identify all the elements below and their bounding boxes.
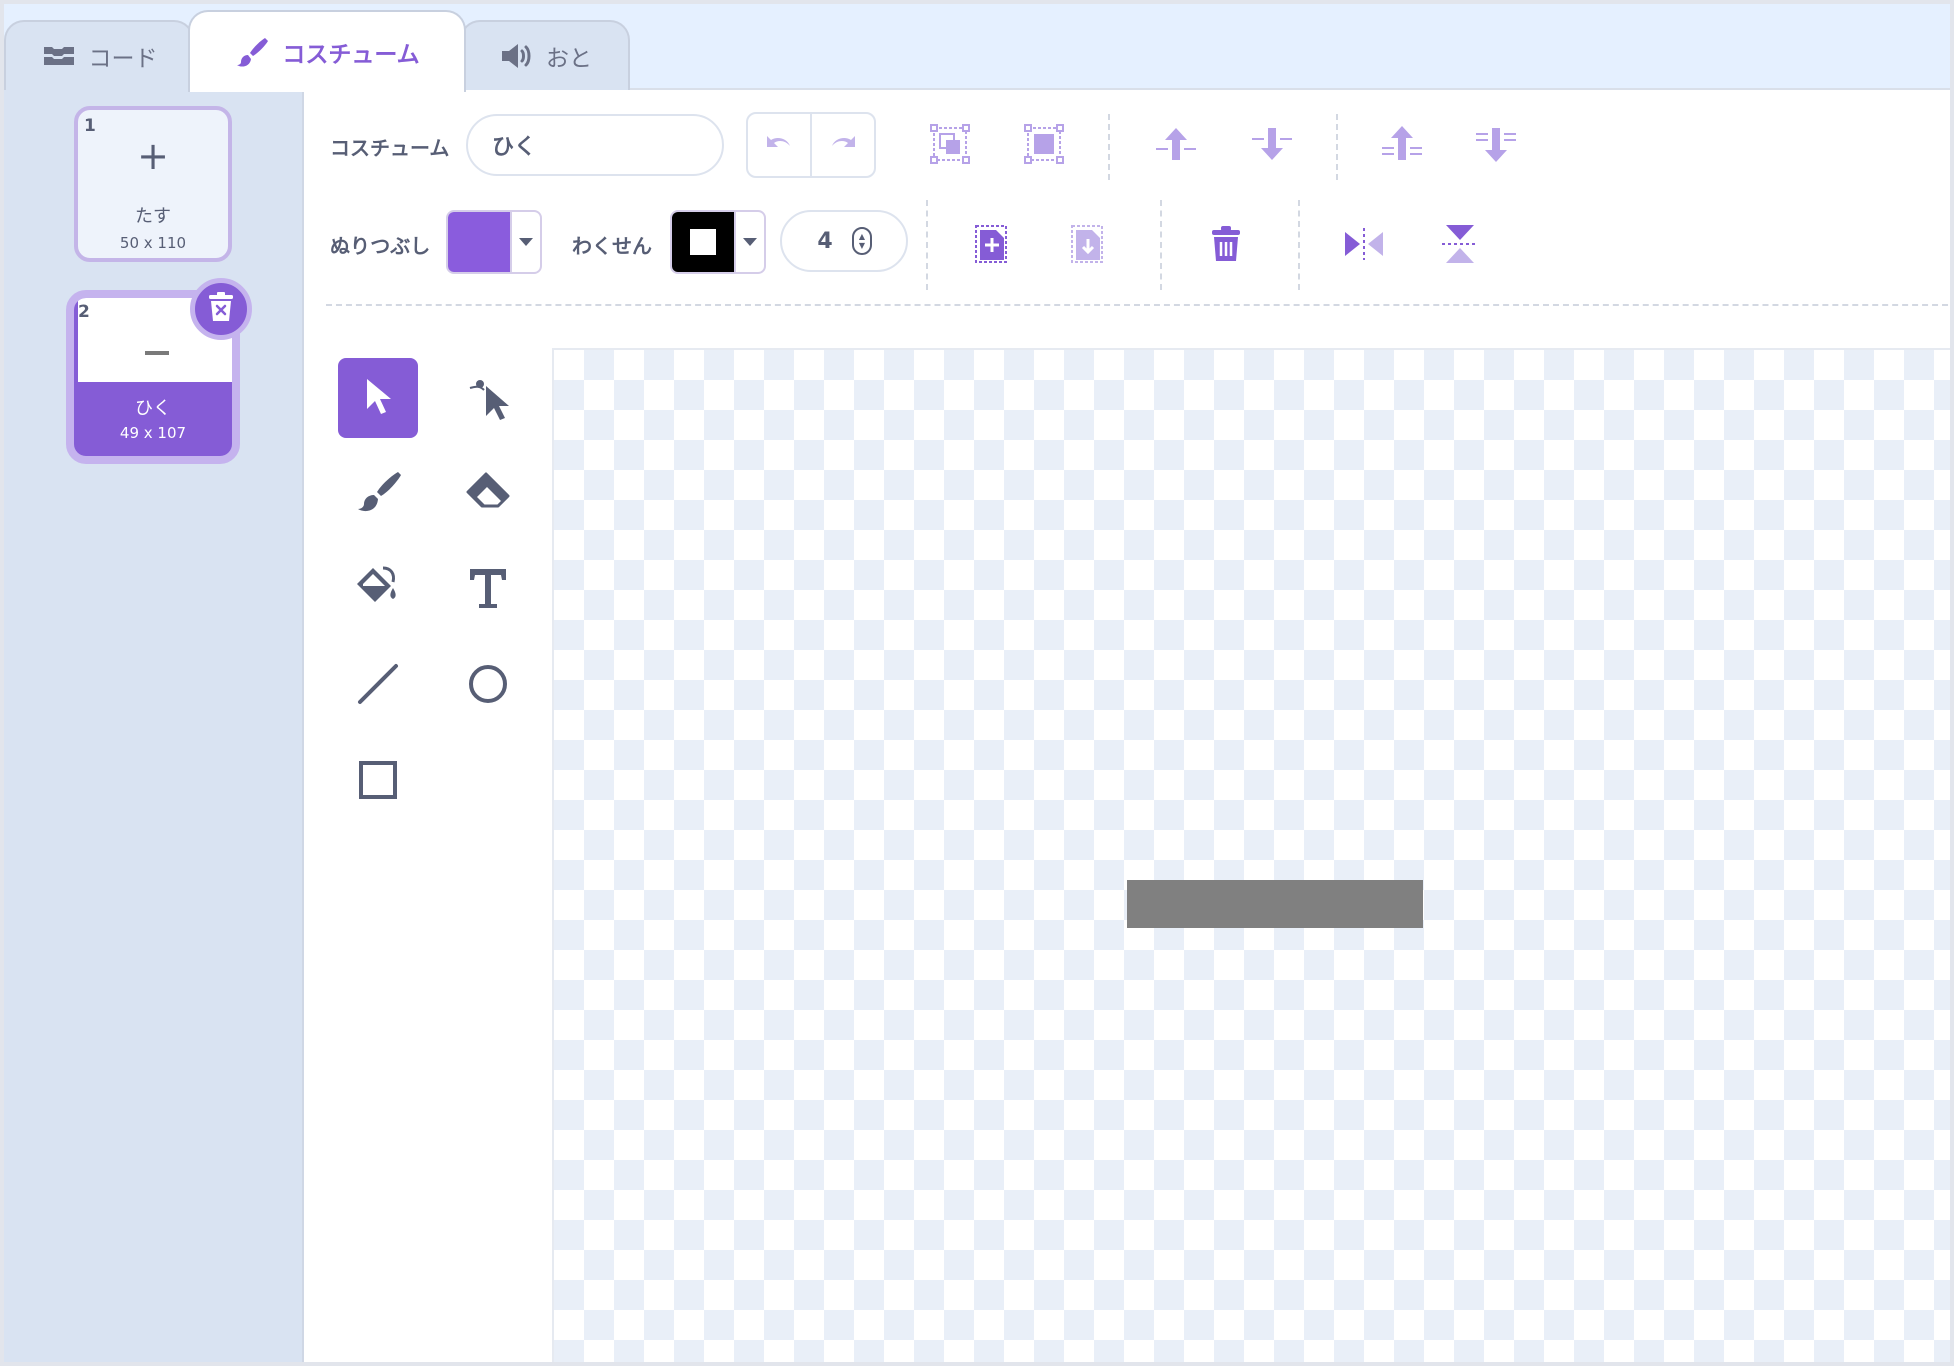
fill-dropdown-arrow-icon [510, 212, 540, 272]
paint-bucket-icon [353, 564, 403, 616]
copy-button[interactable] [964, 218, 1020, 274]
line-icon [356, 662, 400, 710]
tab-costumes[interactable]: コスチューム [188, 10, 466, 92]
costume-name: ひく [135, 398, 171, 419]
toolbar-divider [1108, 114, 1110, 180]
drawing-canvas[interactable] [552, 348, 1950, 1362]
toolbar-divider [926, 200, 928, 290]
costume-name-input[interactable] [466, 114, 724, 176]
code-blocks-icon [41, 38, 77, 74]
trash-icon [1208, 224, 1244, 268]
brush-tool[interactable] [338, 454, 418, 534]
forward-button[interactable] [1148, 118, 1204, 174]
text-t-icon [467, 566, 509, 614]
undo-icon [763, 132, 795, 158]
fill-label: ぬりつぶし [330, 234, 431, 258]
speaker-icon [498, 38, 534, 74]
toolbar-divider [1298, 200, 1300, 290]
arrow-to-back-icon [1474, 124, 1518, 168]
costume-name: たす [135, 206, 171, 227]
tab-bar: コード コスチューム おと [4, 4, 1950, 92]
minus-thumbnail-icon [78, 340, 232, 359]
plus-thumbnail-icon: + [137, 134, 169, 178]
minus-shape[interactable] [1127, 880, 1423, 928]
arrow-to-front-icon [1380, 124, 1424, 168]
costume-number: 2 [78, 302, 90, 322]
arrow-cursor-icon [362, 376, 394, 420]
fill-color-picker[interactable] [446, 210, 542, 274]
rectangle-tool[interactable] [338, 742, 418, 822]
eraser-tool[interactable] [448, 454, 528, 534]
ungroup-button[interactable] [1016, 118, 1072, 174]
toolbar-bottom-divider [326, 304, 1950, 306]
group-icon [928, 122, 972, 170]
fill-color-swatch [448, 212, 510, 272]
stepper-arrows-icon[interactable]: ▲ ▼ [852, 227, 872, 255]
flip-vertical-icon [1442, 222, 1478, 270]
tab-costumes-label: コスチューム [282, 42, 420, 68]
backward-button[interactable] [1244, 118, 1300, 174]
costume-name-label: コスチューム [330, 136, 450, 160]
paintbrush-icon [354, 470, 402, 518]
select-tool[interactable] [338, 358, 418, 438]
paintbrush-icon [234, 34, 270, 70]
tab-code[interactable]: コード [4, 20, 194, 90]
delete-button[interactable] [1198, 218, 1254, 274]
front-button[interactable] [1374, 118, 1430, 174]
reshape-tool[interactable] [448, 358, 528, 438]
reshape-cursor-icon [466, 372, 510, 424]
tab-code-label: コード [88, 46, 158, 72]
flip-vertical-button[interactable] [1432, 218, 1488, 274]
outline-label: わくせん [572, 234, 652, 258]
group-button[interactable] [922, 118, 978, 174]
costume-size: 49 x 107 [119, 424, 187, 442]
fill-tool[interactable] [338, 550, 418, 630]
outline-width-value: 4 [817, 228, 833, 254]
tab-sounds[interactable]: おと [460, 20, 630, 90]
redo-button[interactable] [810, 114, 874, 176]
redo-icon [827, 132, 859, 158]
flip-horizontal-button[interactable] [1336, 218, 1392, 274]
eraser-icon [464, 470, 512, 518]
circle-icon [466, 662, 510, 710]
costume-size: 50 x 110 [119, 234, 187, 252]
paste-icon [1068, 222, 1108, 270]
paste-button[interactable] [1060, 218, 1116, 274]
line-tool[interactable] [338, 646, 418, 726]
toolbar-divider [1160, 200, 1162, 290]
toolbar-divider [1336, 114, 1338, 180]
arrow-down-icon [1250, 124, 1294, 168]
text-tool[interactable] [448, 550, 528, 630]
arrow-up-icon [1154, 124, 1198, 168]
rectangle-icon [356, 758, 400, 806]
paint-editor-window: コード コスチューム おと 1 + たす 50 x 110 2 ひく 49 x … [0, 0, 1954, 1366]
copy-icon [972, 222, 1012, 270]
circle-tool[interactable] [448, 646, 528, 726]
delete-costume-button[interactable] [190, 278, 252, 340]
outline-width-stepper[interactable]: 4 ▲ ▼ [780, 210, 908, 272]
back-button[interactable] [1468, 118, 1524, 174]
costume-item-1[interactable]: 1 + たす 50 x 110 [74, 106, 232, 262]
costume-number: 1 [84, 116, 96, 136]
undo-redo-group [746, 112, 876, 178]
undo-button[interactable] [748, 114, 810, 176]
outline-dropdown-arrow-icon [734, 212, 764, 272]
outline-color-swatch [672, 212, 734, 272]
ungroup-icon [1022, 122, 1066, 170]
outline-color-picker[interactable] [670, 210, 766, 274]
tab-sounds-label: おと [546, 46, 592, 72]
flip-horizontal-icon [1342, 228, 1386, 264]
costume-list: 1 + たす 50 x 110 2 ひく 49 x 107 [4, 90, 304, 1362]
trash-icon [206, 291, 236, 327]
